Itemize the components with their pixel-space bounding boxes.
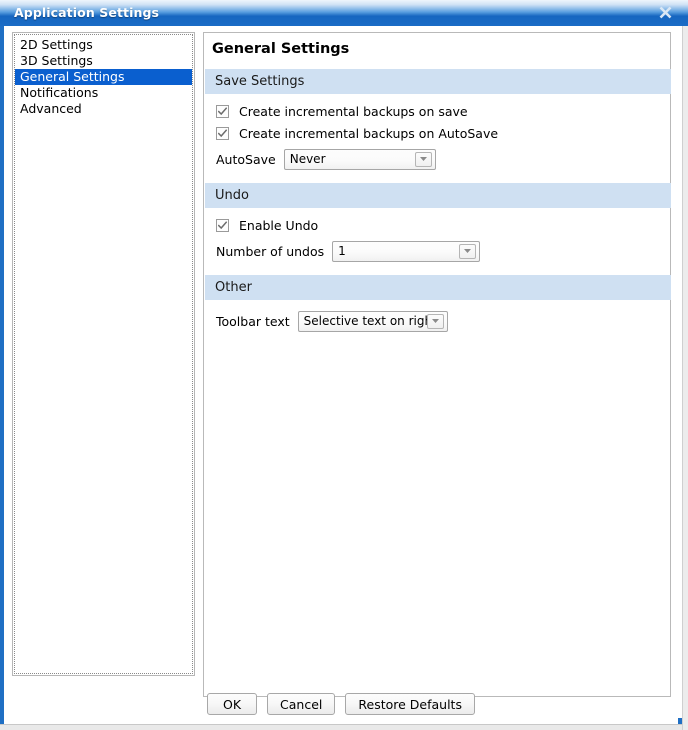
row-autosave: AutoSave Never	[211, 146, 671, 172]
sidebar-item-notifications[interactable]: Notifications	[15, 85, 192, 101]
row-backup-on-autosave: Create incremental backups on AutoSave	[211, 122, 671, 144]
sidebar-item-label: General Settings	[20, 69, 125, 84]
section-body-undo: Enable Undo Number of undos 1	[205, 208, 671, 264]
dialog-button-bar: OK Cancel Restore Defaults	[4, 688, 678, 720]
chevron-down-icon	[414, 151, 432, 167]
sidebar-item-general-settings[interactable]: General Settings	[15, 69, 192, 85]
dropdown-autosave[interactable]: Never	[283, 148, 436, 170]
dropdown-autosave-value: Never	[289, 152, 326, 166]
checkbox-label-enable-undo: Enable Undo	[239, 217, 319, 233]
sidebar-item-label: 3D Settings	[20, 53, 93, 68]
settings-panel: General Settings Save Settings Create in…	[203, 32, 671, 697]
row-backup-on-save: Create incremental backups on save	[211, 100, 671, 122]
section-body-save-settings: Create incremental backups on save Creat…	[205, 94, 671, 172]
section-header-undo: Undo	[205, 183, 671, 208]
checkbox-backup-on-save[interactable]	[216, 104, 229, 118]
cancel-button[interactable]: Cancel	[267, 693, 336, 715]
section-undo: Undo Enable Undo Number of undos 1	[205, 183, 671, 264]
window-shadow-right	[682, 6, 688, 730]
window-shadow-bottom	[0, 724, 688, 730]
chevron-down-icon	[426, 313, 444, 329]
client-area: 2D Settings 3D Settings General Settings…	[4, 26, 678, 724]
label-autosave: AutoSave	[216, 151, 276, 167]
title-bar[interactable]: Application Settings	[0, 0, 688, 26]
sidebar-item-label: Notifications	[20, 85, 99, 100]
section-header-other: Other	[205, 275, 671, 300]
dropdown-toolbar-text[interactable]: Selective text on right	[297, 310, 448, 332]
sidebar-item-2d-settings[interactable]: 2D Settings	[15, 37, 192, 53]
restore-defaults-button[interactable]: Restore Defaults	[345, 693, 475, 715]
application-settings-window: Application Settings 2D Settings 3D Sett…	[0, 0, 688, 730]
section-header-save-settings: Save Settings	[205, 69, 671, 94]
checkbox-backup-on-autosave[interactable]	[216, 126, 229, 140]
dropdown-number-of-undos[interactable]: 1	[332, 240, 481, 262]
row-enable-undo: Enable Undo	[211, 214, 671, 236]
sidebar-item-advanced[interactable]: Advanced	[15, 101, 192, 117]
ok-button[interactable]: OK	[207, 693, 258, 715]
dropdown-number-of-undos-value: 1	[338, 244, 346, 258]
chevron-down-icon	[459, 243, 477, 259]
row-number-of-undos: Number of undos 1	[211, 238, 671, 264]
sidebar-item-3d-settings[interactable]: 3D Settings	[15, 53, 192, 69]
checkbox-label-backup-on-save: Create incremental backups on save	[239, 103, 468, 119]
label-toolbar-text: Toolbar text	[216, 313, 290, 329]
section-other: Other Toolbar text Selective text on rig…	[205, 275, 671, 334]
checkbox-enable-undo[interactable]	[216, 218, 229, 232]
window-title: Application Settings	[14, 5, 160, 20]
section-body-other: Toolbar text Selective text on right	[205, 300, 671, 334]
row-toolbar-text: Toolbar text Selective text on right	[211, 308, 671, 334]
dropdown-toolbar-text-value: Selective text on right	[303, 314, 427, 328]
checkbox-label-backup-on-autosave: Create incremental backups on AutoSave	[239, 125, 499, 141]
settings-category-list[interactable]: 2D Settings 3D Settings General Settings…	[12, 32, 195, 676]
page-title: General Settings	[212, 41, 350, 57]
close-icon[interactable]	[652, 2, 678, 22]
sidebar-item-label: Advanced	[20, 101, 82, 116]
label-number-of-undos: Number of undos	[216, 243, 325, 259]
sidebar-item-label: 2D Settings	[20, 37, 93, 52]
section-save-settings: Save Settings Create incremental backups…	[205, 69, 671, 172]
settings-category-list-inner: 2D Settings 3D Settings General Settings…	[14, 34, 193, 674]
